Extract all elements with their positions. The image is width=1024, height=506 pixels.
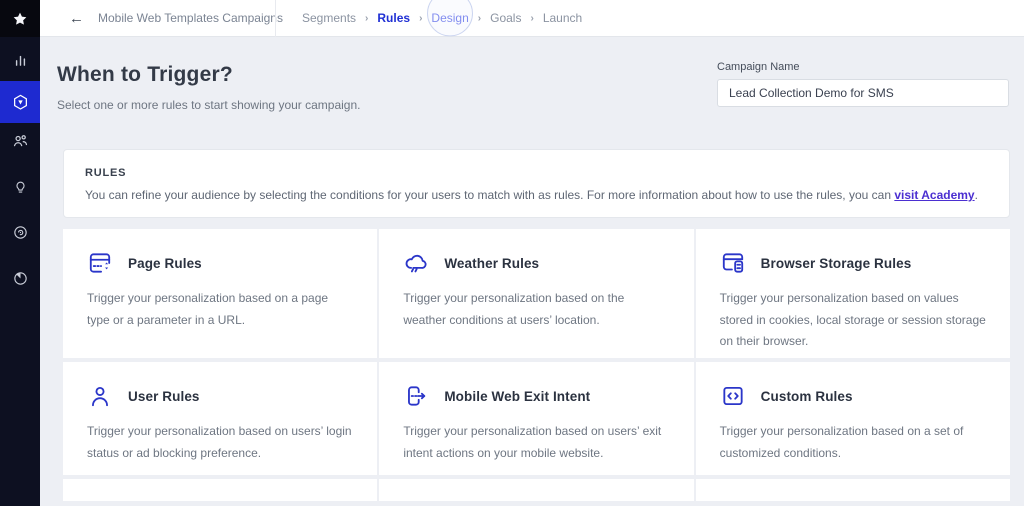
card-title: Browser Storage Rules [761,256,912,271]
page-title: When to Trigger? [57,61,360,89]
card-partial[interactable] [696,479,1010,501]
main-content: When to Trigger? Select one or more rule… [40,37,1024,501]
rules-panel-title: RULES [85,167,988,179]
campaign-name-input[interactable] [717,79,1009,107]
weather-rules-icon [403,250,429,276]
card-custom-rules[interactable]: Custom Rules Trigger your personalizatio… [696,362,1010,475]
breadcrumb-design-label: Design [431,11,468,25]
card-description: Trigger your personalization based on us… [87,421,353,464]
card-title: Weather Rules [444,256,539,271]
page-header: When to Trigger? Select one or more rule… [40,37,1024,112]
breadcrumb-separator: › [365,13,368,24]
back-title: Mobile Web Templates Campaigns [98,11,283,25]
breadcrumb-design[interactable]: Design [431,11,468,25]
sidebar [0,0,40,506]
card-description: Trigger your personalization based on us… [403,421,669,464]
breadcrumb-goals[interactable]: Goals [490,11,521,25]
card-partial[interactable] [63,479,377,501]
lightbulb-icon[interactable] [0,169,40,203]
rules-description-period: . [975,188,978,202]
back-button[interactable]: ← Mobile Web Templates Campaigns [40,0,275,36]
card-page-rules[interactable]: Page Rules Trigger your personalization … [63,229,377,358]
page-subtitle: Select one or more rules to start showin… [57,98,360,112]
card-user-rules[interactable]: User Rules Trigger your personalization … [63,362,377,475]
breadcrumb-separator: › [478,13,481,24]
card-description: Trigger your personalization based on a … [720,421,986,464]
campaign-name-box: Campaign Name [717,61,1009,107]
page-rules-icon [87,250,113,276]
custom-rules-icon [720,383,746,409]
users-icon[interactable] [0,123,40,157]
topbar: ← Mobile Web Templates Campaigns Segment… [40,0,1024,37]
user-rules-icon [87,383,113,409]
card-description: Trigger your personalization based on a … [87,288,353,331]
card-browser-storage-rules[interactable]: Browser Storage Rules Trigger your perso… [696,229,1010,358]
card-title: Page Rules [128,256,202,271]
breadcrumb-launch[interactable]: Launch [543,11,582,25]
target-icon[interactable] [0,215,40,249]
breadcrumb-separator: › [419,13,422,24]
visit-academy-link[interactable]: visit Academy [894,188,974,202]
rules-panel-description: You can refine your audience by selectin… [85,188,988,202]
browser-storage-rules-icon [720,250,746,276]
card-description: Trigger your personalization based on va… [720,288,986,353]
breadcrumb-separator: › [530,13,533,24]
campaign-name-label: Campaign Name [717,61,1009,73]
bar-chart-icon[interactable] [0,43,40,77]
card-partial[interactable] [379,479,693,501]
rules-panel: RULES You can refine your audience by se… [63,149,1010,218]
breadcrumb-segments[interactable]: Segments [302,11,356,25]
rules-description-text: You can refine your audience by selectin… [85,188,894,202]
card-title: Custom Rules [761,389,853,404]
back-arrow-icon: ← [69,11,84,26]
breadcrumb-rules[interactable]: Rules [377,11,410,25]
card-mobile-web-exit-intent[interactable]: Mobile Web Exit Intent Trigger your pers… [379,362,693,475]
pie-chart-icon[interactable] [0,261,40,295]
hexagon-logo-icon[interactable] [0,81,40,123]
rule-cards-grid: Page Rules Trigger your personalization … [63,229,1010,501]
breadcrumb: Segments › Rules › Design › Goals › Laun… [276,11,582,25]
mobile-web-exit-intent-icon [403,383,429,409]
star-icon[interactable] [0,0,40,37]
card-description: Trigger your personalization based on th… [403,288,669,331]
card-weather-rules[interactable]: Weather Rules Trigger your personalizati… [379,229,693,358]
card-title: User Rules [128,389,200,404]
card-title: Mobile Web Exit Intent [444,389,590,404]
